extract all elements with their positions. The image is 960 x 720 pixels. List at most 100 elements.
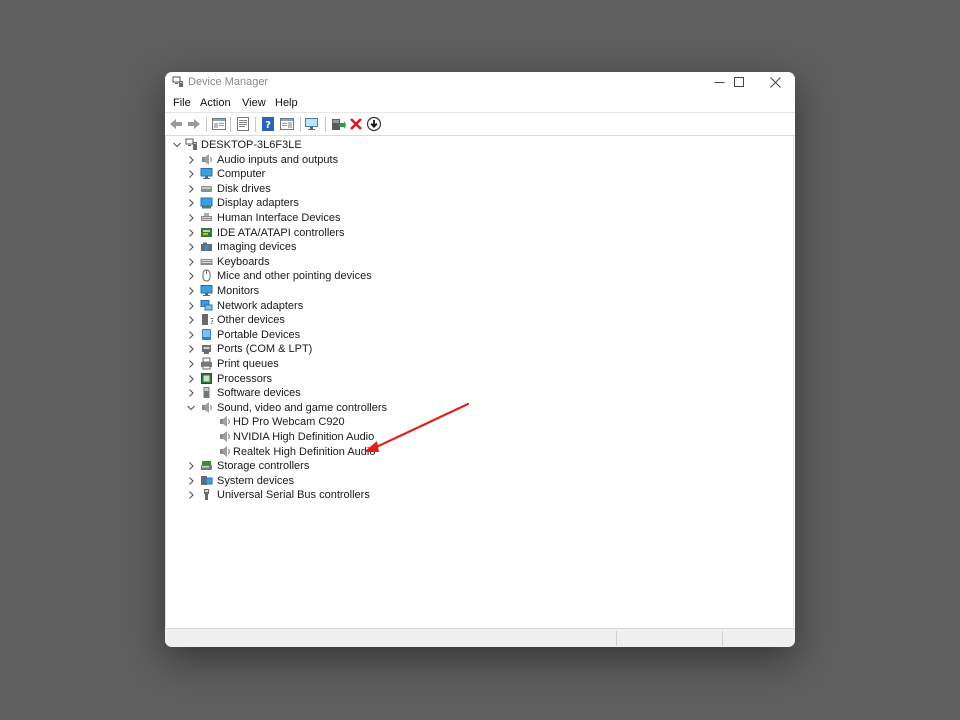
toolbar-separator — [300, 117, 301, 132]
svg-text:?: ? — [265, 120, 271, 131]
chevron-right-icon[interactable] — [186, 490, 196, 500]
forward-button[interactable] — [186, 116, 202, 132]
console-tree-button[interactable] — [211, 116, 227, 132]
toolbar-separator — [206, 117, 207, 132]
portable-device-icon — [202, 328, 211, 340]
tree-category-label: Ports (COM & LPT) — [217, 343, 313, 356]
chevron-right-icon[interactable] — [186, 184, 196, 194]
hid-icon — [201, 213, 212, 221]
tree-category-label: System devices — [217, 474, 295, 487]
chevron-right-icon[interactable] — [186, 388, 196, 398]
computer-root-icon — [185, 138, 197, 150]
camera-icon — [201, 242, 212, 252]
chevron-right-icon[interactable] — [186, 476, 196, 486]
show-hide-console-tree-icon — [212, 118, 226, 130]
toolbar-separator — [255, 117, 256, 132]
status-separator — [722, 631, 723, 646]
speaker-icon — [220, 431, 230, 442]
computer-icon — [200, 168, 213, 180]
chevron-right-icon[interactable] — [186, 344, 196, 354]
tree-category-label: Universal Serial Bus controllers — [217, 489, 370, 502]
tree-category-label: Display adapters — [217, 197, 299, 210]
help-icon: ? — [262, 117, 274, 131]
toolbar: ? — [165, 112, 795, 136]
menu-action[interactable]: Action — [200, 97, 231, 109]
system-device-icon — [201, 475, 213, 485]
maximize-button[interactable] — [719, 72, 759, 94]
status-separator — [616, 631, 617, 646]
tree-category-label: Software devices — [217, 387, 301, 400]
chevron-right-icon[interactable] — [186, 228, 196, 238]
update-driver-icon — [332, 119, 346, 130]
properties-button[interactable] — [235, 116, 251, 132]
properties-icon — [237, 117, 249, 131]
chevron-right-icon[interactable] — [186, 359, 196, 369]
tree-category-label: Keyboards — [217, 255, 270, 268]
chevron-down-icon[interactable] — [172, 140, 182, 150]
speaker-icon — [220, 445, 230, 457]
speaker-icon — [202, 401, 212, 413]
window-title: Device Manager — [188, 76, 269, 88]
menu-bar: File Action View Help — [165, 95, 795, 112]
scan-hardware-button[interactable] — [304, 116, 320, 132]
port-icon — [202, 345, 211, 355]
display-adapter-icon — [200, 197, 213, 209]
menu-view[interactable]: View — [242, 97, 266, 109]
uninstall-device-button[interactable] — [348, 116, 364, 132]
tree-device-label: NVIDIA High Definition Audio — [233, 431, 375, 443]
software-device-icon — [203, 387, 210, 399]
tree-category-label: Computer — [217, 168, 266, 181]
chevron-right-icon[interactable] — [186, 169, 196, 179]
tree-category-label: Network adapters — [217, 299, 304, 312]
tree-category-label: Storage controllers — [217, 460, 310, 473]
back-button[interactable] — [168, 116, 184, 132]
tree-category-label: Mice and other pointing devices — [217, 270, 372, 283]
tree-category-label: Sound, video and game controllers — [217, 401, 387, 414]
processor-icon — [201, 372, 212, 384]
toolbar-separator — [230, 117, 231, 132]
disable-device-icon — [366, 116, 382, 132]
chevron-right-icon[interactable] — [186, 271, 196, 281]
svg-text:?: ? — [210, 317, 213, 326]
chevron-right-icon[interactable] — [186, 242, 196, 252]
tree-category-label: Audio inputs and outputs — [217, 153, 339, 166]
tree-category-label: Imaging devices — [217, 241, 297, 254]
chevron-right-icon[interactable] — [186, 286, 196, 296]
chevron-right-icon[interactable] — [186, 257, 196, 267]
menu-help[interactable]: Help — [275, 97, 298, 109]
device-manager-window: Device Manager File Action View Help ? D… — [165, 72, 795, 647]
help-button[interactable]: ? — [260, 116, 276, 132]
tree-category-label: Monitors — [217, 285, 260, 297]
chevron-right-icon[interactable] — [186, 374, 196, 384]
printer-icon — [201, 357, 212, 370]
chevron-right-icon[interactable] — [186, 315, 196, 325]
unknown-device-icon: ? — [202, 314, 213, 326]
speaker-icon — [220, 416, 230, 428]
menu-file[interactable]: File — [173, 97, 191, 109]
tree-root-label: DESKTOP-3L6F3LE — [201, 139, 302, 151]
maximize-icon — [734, 77, 744, 87]
chevron-right-icon[interactable] — [186, 330, 196, 340]
close-button[interactable] — [755, 72, 795, 94]
device-manager-icon — [172, 76, 183, 87]
action-pane-button[interactable] — [279, 116, 295, 132]
device-tree: DESKTOP-3L6F3LE Audio inputs and outputs… — [165, 135, 794, 627]
storage-controller-icon — [201, 461, 212, 471]
chevron-right-icon[interactable] — [186, 301, 196, 311]
chevron-right-icon[interactable] — [186, 155, 196, 165]
chevron-right-icon[interactable] — [186, 461, 196, 471]
mouse-icon — [202, 269, 211, 282]
status-bar — [165, 628, 795, 647]
scan-hardware-icon — [305, 118, 318, 130]
chevron-right-icon[interactable] — [186, 213, 196, 223]
chevron-right-icon[interactable] — [186, 198, 196, 208]
tree-category-label: Other devices — [217, 314, 285, 327]
chevron-down-icon[interactable] — [186, 403, 196, 413]
tree-category-label: Processors — [217, 372, 273, 385]
disable-device-button[interactable] — [366, 116, 382, 132]
update-driver-button[interactable] — [330, 116, 346, 132]
title-bar[interactable]: Device Manager — [165, 72, 795, 94]
tree-category-label: Print queues — [217, 358, 279, 370]
forward-arrow-icon — [188, 119, 200, 129]
uninstall-device-icon — [350, 118, 362, 130]
